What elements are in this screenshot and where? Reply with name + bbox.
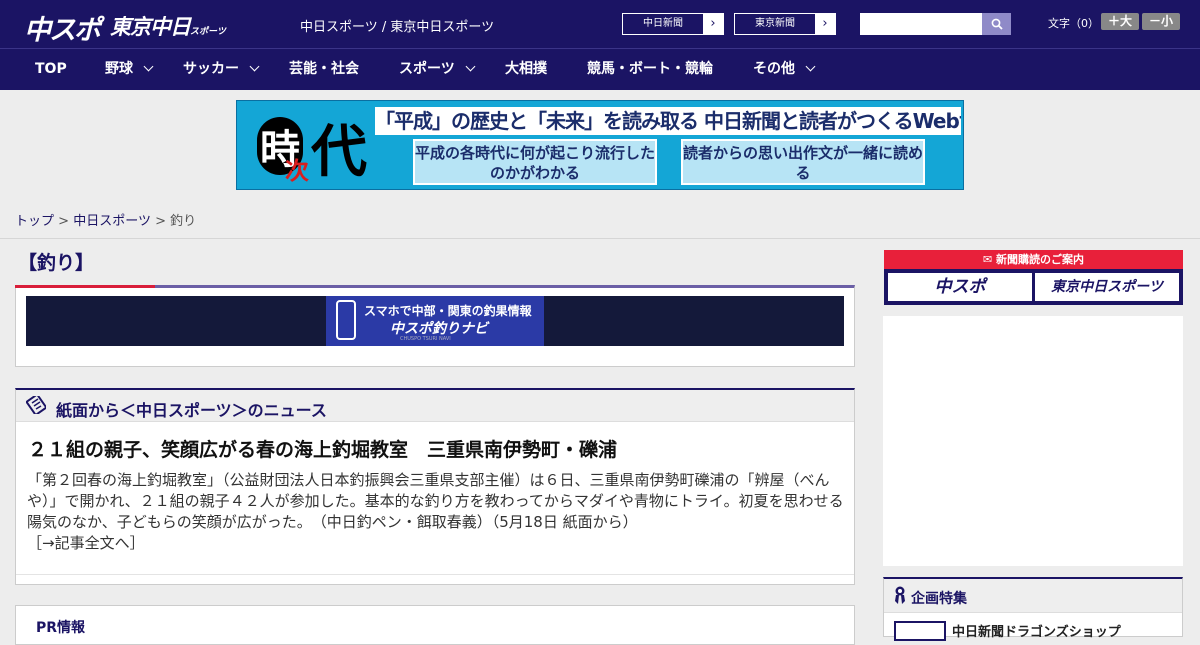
- site-names: 中日スポーツ / 東京中日スポーツ: [300, 20, 495, 35]
- tsuri-navi-banner[interactable]: スマホで中部・関東の釣果情報 中スポ釣りナビ CHUSPO TSURI NAVI: [26, 296, 844, 346]
- nav-item-others[interactable]: その他: [753, 49, 816, 90]
- nav-label: スポーツ: [399, 61, 455, 77]
- news-section-header: 紙面から＜中日スポーツ＞のニュース: [16, 390, 854, 422]
- nav-item-soccer[interactable]: サッカー: [183, 49, 260, 90]
- banner-headline: 「平成」の歴史と「未来」を読み取る 中日新聞と読者がつくるWebサイト: [375, 107, 961, 135]
- subscription-title-text: 新聞購読のご案内: [996, 253, 1085, 266]
- breadcrumb-top-link[interactable]: トップ: [15, 214, 54, 229]
- news-section: 紙面から＜中日スポーツ＞のニュース ２１組の親子、笑顔広がる春の海上釣堀教室 三…: [15, 388, 855, 585]
- divider: [16, 574, 854, 575]
- nav-label: 芸能・社会: [289, 61, 359, 77]
- header-bar: 中スポ 東京中日スポーツ 中日スポーツ / 東京中日スポーツ 中日新聞 › 東京…: [0, 0, 1200, 48]
- pr-section: PR情報: [15, 605, 855, 645]
- font-larger-button[interactable]: ＋大: [1101, 13, 1139, 30]
- tsuri-navi-line1: スマホで中部・関東の釣果情報: [364, 304, 532, 318]
- jidai-kanji-3: 代: [311, 120, 367, 185]
- nav-label: TOP: [35, 61, 67, 77]
- nav-label: その他: [753, 61, 795, 77]
- nav-item-baseball[interactable]: 野球: [105, 49, 154, 90]
- main-nav: TOP 野球 サッカー 芸能・社会 スポーツ 大相撲 競馬・ボート・競輪 その他: [0, 48, 1200, 90]
- divider: [0, 238, 1200, 239]
- search-button[interactable]: [982, 13, 1011, 35]
- kikaku-section: 企画特集 中日新聞ドラゴンズショップ: [883, 577, 1183, 641]
- chunichi-shimbun-label: 中日新聞: [623, 14, 703, 34]
- chevron-down-icon: [249, 61, 260, 72]
- kikaku-title: 企画特集: [911, 591, 967, 607]
- nav-item-sports[interactable]: スポーツ: [399, 49, 476, 90]
- page-title: 【釣り】: [18, 252, 95, 274]
- dragons-shop-thumbnail[interactable]: [894, 621, 946, 641]
- chuspo-logo[interactable]: 中スポ: [24, 8, 101, 47]
- breadcrumb-chunichi-sports-link[interactable]: 中日スポーツ: [73, 214, 151, 229]
- nav-item-entertainment[interactable]: 芸能・社会: [289, 49, 359, 90]
- chevron-down-icon: [465, 61, 476, 72]
- ticket-icon: ✉: [982, 253, 997, 266]
- tsuri-navi-line2: 中スポ釣りナビ: [390, 321, 488, 337]
- subscription-banner[interactable]: ✉ 新聞購読のご案内 中スポ 東京中日スポーツ: [884, 250, 1183, 305]
- nav-label: 競馬・ボート・競輪: [587, 61, 713, 77]
- tokyo-logo-text: 東京中日: [110, 15, 191, 39]
- nav-label: サッカー: [183, 61, 239, 77]
- tokyo-shimbun-label: 東京新聞: [735, 14, 815, 34]
- section-accent-bar: [15, 285, 155, 288]
- nav-item-top[interactable]: TOP: [35, 49, 67, 90]
- smartphone-icon: [336, 300, 356, 340]
- article-body: 「第２回春の海上釣堀教室」（公益財団法人日本釣振興会三重県支部主催）は６日、三重…: [27, 470, 845, 554]
- breadcrumb-current: 釣り: [170, 214, 197, 229]
- banner-sub-left: 平成の各時代に何が起こり流行したのかがわかる: [413, 139, 657, 185]
- chevron-right-icon: ›: [710, 16, 716, 31]
- subscribe-tokyo-button[interactable]: 東京中日スポーツ: [1035, 273, 1179, 301]
- newspaper-icon: [26, 396, 46, 414]
- ribbon-icon: [895, 586, 905, 604]
- chevron-down-icon: [805, 61, 816, 72]
- search-input[interactable]: [860, 13, 982, 35]
- tsuri-navi-panel: スマホで中部・関東の釣果情報 中スポ釣りナビ CHUSPO TSURI NAVI: [326, 296, 544, 346]
- tokyo-logo-small: スポーツ: [190, 27, 226, 37]
- jidai-kanji-2: 次: [285, 157, 309, 185]
- kikaku-header: 企画特集: [884, 579, 1182, 613]
- search-icon: [991, 18, 1003, 30]
- jidai-logo: 時 次 代: [243, 105, 367, 187]
- subscription-title: ✉ 新聞購読のご案内: [884, 250, 1183, 269]
- chunichi-shimbun-link[interactable]: 中日新聞 ›: [622, 13, 724, 35]
- sidebar-ad[interactable]: [883, 316, 1183, 566]
- breadcrumb-separator: >: [58, 214, 70, 229]
- news-section-title: 紙面から＜中日スポーツ＞のニュース: [56, 401, 327, 420]
- pr-section-title: PR情報: [36, 620, 86, 636]
- article-more-link[interactable]: ［→記事全文へ］: [27, 534, 145, 552]
- jidai-banner-ad[interactable]: 時 次 代 「平成」の歴史と「未来」を読み取る 中日新聞と読者がつくるWebサイ…: [236, 100, 964, 190]
- search-form: [860, 13, 1011, 35]
- breadcrumb-separator: >: [155, 214, 166, 229]
- nav-label: 大相撲: [505, 61, 547, 77]
- article-title[interactable]: ２１組の親子、笑顔広がる春の海上釣堀教室 三重県南伊勢町・礫浦: [28, 435, 617, 462]
- chevron-down-icon: [143, 61, 154, 72]
- tsuri-navi-line3: CHUSPO TSURI NAVI: [400, 336, 451, 342]
- dragons-shop-link[interactable]: 中日新聞ドラゴンズショップ: [952, 621, 1121, 640]
- breadcrumb: トップ > 中日スポーツ > 釣り: [15, 210, 196, 229]
- banner-sub-right: 読者からの思い出作文が一緒に読める: [681, 139, 925, 185]
- tokyo-chunichi-logo[interactable]: 東京中日スポーツ: [110, 11, 226, 41]
- article-summary: 「第２回春の海上釣堀教室」（公益財団法人日本釣振興会三重県支部主催）は６日、三重…: [27, 471, 844, 531]
- navi-banner-box: スマホで中部・関東の釣果情報 中スポ釣りナビ CHUSPO TSURI NAVI: [15, 285, 855, 367]
- nav-label: 野球: [105, 61, 133, 77]
- nav-item-racing[interactable]: 競馬・ボート・競輪: [587, 49, 713, 90]
- chevron-right-icon: ›: [822, 16, 828, 31]
- font-size-label: 文字（0）: [1048, 17, 1099, 30]
- tokyo-shimbun-link[interactable]: 東京新聞 ›: [734, 13, 836, 35]
- font-smaller-button[interactable]: －小: [1142, 13, 1180, 30]
- subscribe-chuspo-button[interactable]: 中スポ: [888, 273, 1032, 301]
- nav-item-sumo[interactable]: 大相撲: [505, 49, 547, 90]
